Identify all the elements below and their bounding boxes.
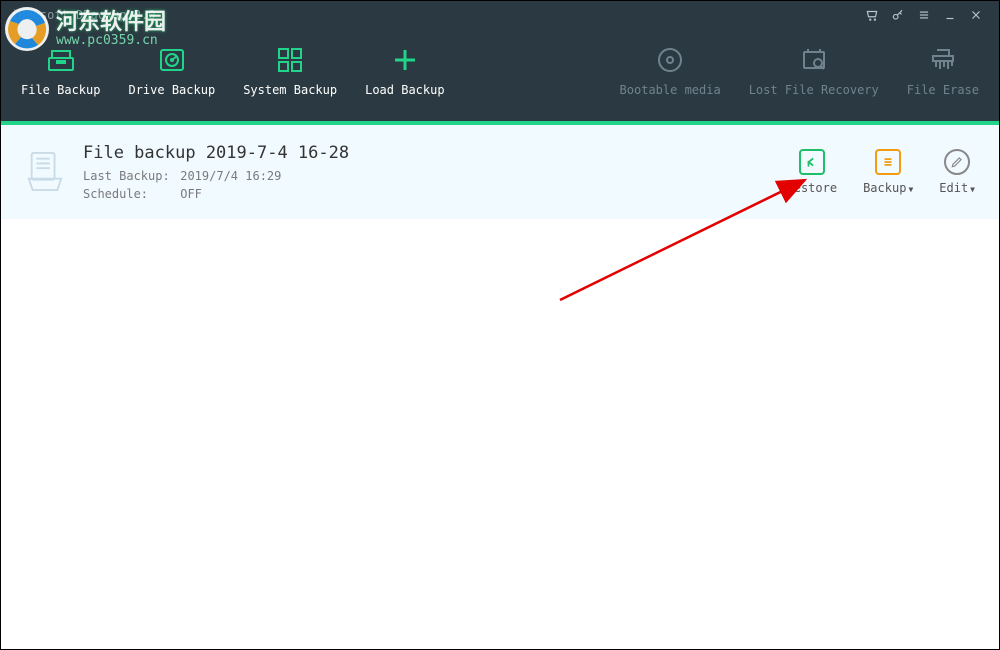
lost-file-recovery-button[interactable]: Lost File Recovery bbox=[749, 45, 879, 97]
schedule-label: Schedule: bbox=[83, 187, 173, 201]
lost-file-recovery-label: Lost File Recovery bbox=[749, 83, 879, 97]
load-backup-button[interactable]: Load Backup bbox=[365, 45, 444, 97]
file-erase-label: File Erase bbox=[907, 83, 979, 97]
edit-label: Edit▼ bbox=[939, 181, 975, 195]
recovery-icon bbox=[799, 45, 829, 75]
main-toolbar: File Backup Drive Backup System Backup L… bbox=[1, 29, 999, 121]
window-title: iBeesoft DBackup 2.0 bbox=[11, 8, 859, 22]
pencil-icon bbox=[944, 149, 970, 175]
last-backup-row: Last Backup: 2019/7/4 16:29 bbox=[83, 169, 769, 183]
close-button[interactable] bbox=[963, 2, 989, 28]
shredder-icon bbox=[928, 45, 958, 75]
disc-icon bbox=[655, 45, 685, 75]
schedule-row: Schedule: OFF bbox=[83, 187, 769, 201]
system-backup-button[interactable]: System Backup bbox=[243, 45, 337, 97]
system-backup-icon bbox=[275, 45, 305, 75]
file-backup-icon bbox=[46, 45, 76, 75]
last-backup-value: 2019/7/4 16:29 bbox=[180, 169, 281, 183]
minimize-button[interactable] bbox=[937, 2, 963, 28]
document-stack-icon bbox=[25, 150, 65, 194]
backup-card: File backup 2019-7-4 16-28 Last Backup: … bbox=[1, 125, 999, 219]
restore-icon bbox=[799, 149, 825, 175]
menu-icon[interactable] bbox=[911, 2, 937, 28]
titlebar: iBeesoft DBackup 2.0 bbox=[1, 1, 999, 29]
drive-backup-icon bbox=[157, 45, 187, 75]
backup-icon bbox=[875, 149, 901, 175]
backup-action-label: Backup▼ bbox=[863, 181, 913, 195]
content-area: File backup 2019-7-4 16-28 Last Backup: … bbox=[1, 125, 999, 649]
file-backup-label: File Backup bbox=[21, 83, 100, 97]
plus-icon bbox=[390, 45, 420, 75]
drive-backup-label: Drive Backup bbox=[128, 83, 215, 97]
card-actions: Restore Backup▼ Edit▼ bbox=[787, 149, 976, 195]
bootable-media-button[interactable]: Bootable media bbox=[620, 45, 721, 97]
edit-button[interactable]: Edit▼ bbox=[939, 149, 975, 195]
backup-button[interactable]: Backup▼ bbox=[863, 149, 913, 195]
cart-icon[interactable] bbox=[859, 2, 885, 28]
key-icon[interactable] bbox=[885, 2, 911, 28]
system-backup-label: System Backup bbox=[243, 83, 337, 97]
bootable-media-label: Bootable media bbox=[620, 83, 721, 97]
last-backup-label: Last Backup: bbox=[83, 169, 173, 183]
load-backup-label: Load Backup bbox=[365, 83, 444, 97]
backup-title: File backup 2019-7-4 16-28 bbox=[83, 143, 769, 163]
file-backup-button[interactable]: File Backup bbox=[21, 45, 100, 97]
app-window: iBeesoft DBackup 2.0 File Backup Drive B… bbox=[1, 1, 999, 649]
schedule-value: OFF bbox=[180, 187, 202, 201]
drive-backup-button[interactable]: Drive Backup bbox=[128, 45, 215, 97]
file-erase-button[interactable]: File Erase bbox=[907, 45, 979, 97]
backup-info: File backup 2019-7-4 16-28 Last Backup: … bbox=[83, 143, 769, 201]
restore-label: Restore bbox=[787, 181, 838, 195]
restore-button[interactable]: Restore bbox=[787, 149, 838, 195]
